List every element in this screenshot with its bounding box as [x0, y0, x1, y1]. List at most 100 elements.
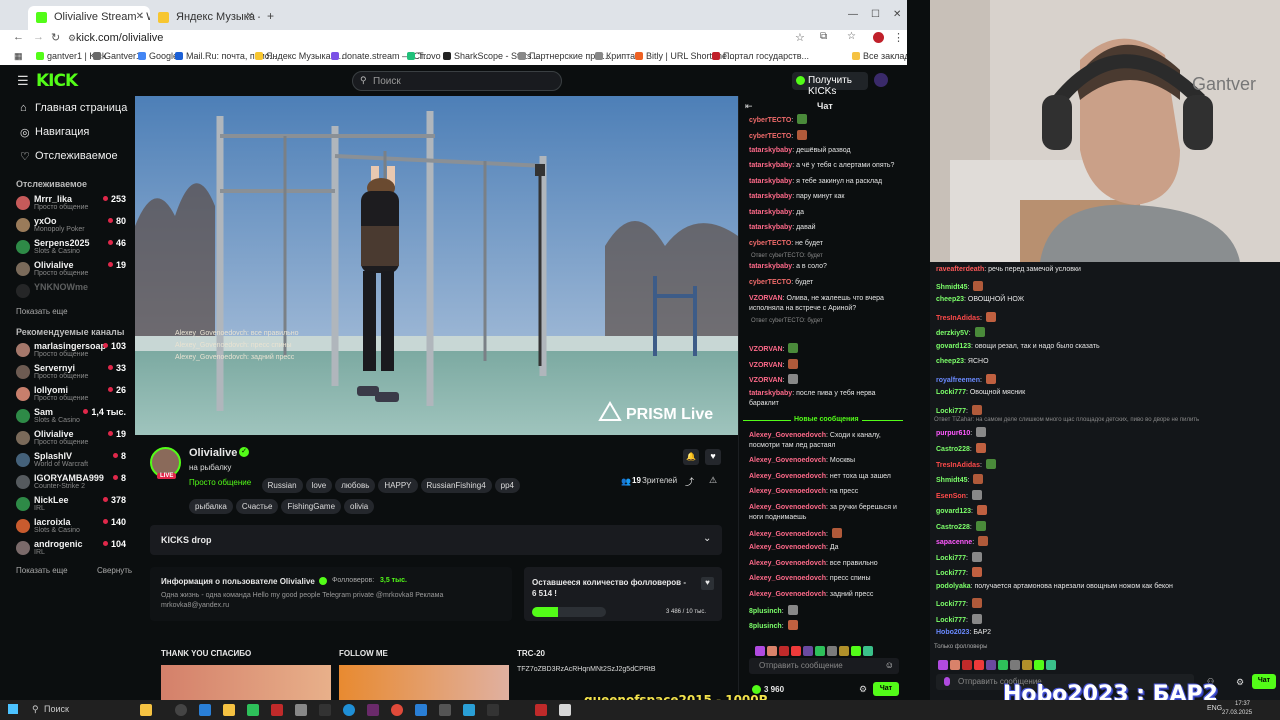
chat-message[interactable]: VZORVAN: [749, 343, 901, 355]
stream-tag[interactable]: love [305, 478, 333, 493]
bookmark-star-icon[interactable]: ☆ [795, 31, 805, 44]
chat-message[interactable]: tatarskybaby: я тебе закинул на расклад [749, 177, 901, 187]
chat-message[interactable]: Alexey_Govenoedovch: задний пресс [749, 590, 901, 600]
app-icon[interactable] [415, 704, 427, 716]
window-close-icon[interactable]: ✕ [893, 9, 901, 20]
url-field[interactable]: kick.com/olivialive [76, 32, 816, 46]
chat-username[interactable]: tatarskybaby [749, 390, 792, 397]
close-icon[interactable]: ✕ [246, 11, 254, 22]
chat-username[interactable]: Alexey_Govenoedovch [749, 432, 826, 439]
taskbar-search[interactable]: Поиск [44, 704, 69, 714]
chevron-down-icon[interactable]: ⌄ [703, 533, 711, 544]
chat-input[interactable]: Отправить сообщение ☺ [749, 658, 899, 674]
app-icon[interactable] [319, 704, 331, 716]
minimize-icon[interactable]: — [848, 9, 858, 20]
app-icon[interactable] [487, 704, 499, 716]
chat-username[interactable]: Alexey_Govenoedovch [749, 560, 826, 567]
chat-message[interactable]: VZORVAN: Олива, не жалеешь что вчера исп… [749, 294, 901, 314]
chat-username[interactable]: tatarskybaby [749, 193, 792, 200]
chat-username[interactable]: Alexey_Govenoedovch [749, 488, 826, 495]
settings-gear-icon[interactable]: ⚙ [859, 684, 867, 695]
chat-username[interactable]: tatarskybaby [749, 224, 792, 231]
clock-date[interactable]: 27.03.2025 [1222, 710, 1252, 716]
channel-item[interactable]: lacroixla Slots & Casino 140 [16, 516, 128, 538]
channel-item[interactable]: Olivialive Просто общение 19 [16, 428, 128, 450]
chat-message[interactable]: Alexey_Govenoedovch: Да [749, 543, 901, 553]
app-icon[interactable] [295, 704, 307, 716]
back-icon[interactable]: ← [13, 31, 24, 43]
chat-message[interactable]: cyberTECTO: [749, 114, 901, 126]
chat-username[interactable]: Alexey_Govenoedovch [749, 457, 826, 464]
channel-item[interactable]: lollyomi Просто общение 26 [16, 384, 128, 406]
nav-browse[interactable]: Навигация [35, 126, 89, 138]
site-info-icon[interactable]: ⚙ [68, 33, 76, 44]
chat-message[interactable]: Alexey_Govenoedovch: за ручки берешься и… [749, 503, 901, 523]
get-kicks-button[interactable]: Получить KICKs [792, 72, 868, 97]
chat-message[interactable]: Alexey_Govenoedovch: на пресс [749, 487, 901, 497]
chat-username[interactable]: Alexey_Govenoedovch [749, 531, 826, 538]
channel-item[interactable]: androgenic IRL 104 [16, 538, 128, 560]
chat-username[interactable]: VZORVAN [749, 377, 783, 384]
streamer-name[interactable]: Olivialive [189, 447, 237, 459]
chat-username[interactable]: VZORVAN [749, 295, 783, 302]
chat-message[interactable]: VZORVAN: [749, 359, 901, 371]
chat-message[interactable]: tatarskybaby: а в соло? [749, 262, 901, 272]
chat-username[interactable]: VZORVAN [749, 346, 783, 353]
file-explorer-icon[interactable] [223, 704, 235, 716]
bookmark[interactable]: Gantver1 [93, 51, 141, 61]
kicks-drop-panel[interactable]: KICKS drop ⌄ [150, 525, 722, 555]
maximize-icon[interactable]: ☐ [871, 9, 880, 20]
close-icon[interactable]: ✕ [136, 11, 144, 22]
user-avatar[interactable] [874, 73, 888, 87]
stream-tag[interactable]: Счастье [235, 499, 279, 514]
collapse-link[interactable]: Свернуть [97, 566, 132, 575]
chat-username[interactable]: tatarskybaby [749, 147, 792, 154]
stream-tag[interactable]: olivia [344, 499, 375, 514]
chat-username[interactable]: tatarskybaby [749, 178, 792, 185]
panel-thank-you-image[interactable] [161, 665, 331, 700]
edge-icon[interactable] [343, 704, 355, 716]
chat-message[interactable]: 8plusinch: [749, 605, 901, 617]
chat-message[interactable]: 8plusinch: [749, 620, 901, 632]
chat-username[interactable]: cyberTECTO [749, 279, 791, 286]
emoji-icon[interactable]: ☺ [885, 660, 894, 670]
search-input[interactable]: ⚲ Поиск [352, 71, 562, 91]
chat-message[interactable]: Alexey_Govenoedovch: пресс спины [749, 574, 901, 584]
channel-item[interactable]: NickLee IRL 378 [16, 494, 128, 516]
chat-username[interactable]: VZORVAN [749, 362, 783, 369]
chat-message[interactable]: cyberTECTO: не будет [749, 239, 901, 249]
stream-tag[interactable]: любовь [335, 478, 376, 493]
stream-tag[interactable]: FishingGame [281, 499, 342, 514]
cast-icon[interactable]: ⧉ [820, 31, 827, 42]
bookmark-folder[interactable]: Все закладки [852, 51, 907, 61]
menu-icon[interactable]: ⋮ [893, 31, 904, 44]
show-more-link[interactable]: Показать еще [16, 307, 68, 316]
chat-message[interactable]: Alexey_Govenoedovch: Москвы [749, 456, 901, 466]
heart-icon[interactable]: ♥ [701, 577, 714, 590]
emote-bar[interactable] [753, 641, 901, 656]
send-chat-button[interactable]: Чат [873, 682, 899, 696]
notification-bell-icon[interactable]: 🔔 [683, 449, 699, 465]
app-icon[interactable] [271, 704, 283, 716]
app-icon[interactable] [247, 704, 259, 716]
chat-username[interactable]: Alexey_Govenoedovch [749, 544, 826, 551]
nav-following[interactable]: Отслеживаемое [35, 150, 118, 162]
channel-item[interactable]: yxOo Monopoly Poker 80 [16, 215, 128, 237]
channel-item[interactable]: Mrrr_lika Просто общение 253 [16, 193, 128, 215]
widgets-icon[interactable] [140, 704, 152, 716]
chat-username[interactable]: Alexey_Govenoedovch [749, 575, 826, 582]
bookmark[interactable]: Портал государств... [712, 51, 809, 61]
channel-item[interactable]: YNKNOWme [16, 281, 128, 303]
chat-message[interactable]: Alexey_Govenoedovch: все правильно [749, 559, 901, 569]
forward-icon[interactable]: → [33, 31, 44, 43]
app-icon[interactable] [367, 704, 379, 716]
app-icon[interactable] [439, 704, 451, 716]
chat-message[interactable]: Alexey_Govenoedovch: [749, 528, 901, 540]
reload-icon[interactable]: ↻ [51, 31, 60, 44]
hamburger-menu-icon[interactable]: ☰ [17, 73, 29, 89]
category-link[interactable]: Просто общение [189, 478, 251, 487]
collapse-chat-icon[interactable]: ⇤ [745, 101, 753, 112]
stream-tag[interactable]: Russian [261, 478, 303, 493]
video-player[interactable]: Alexey_Govenoedovch: все правильно Alexe… [135, 96, 738, 435]
channel-item[interactable]: Serpens2025 Slots & Casino 46 [16, 237, 128, 259]
